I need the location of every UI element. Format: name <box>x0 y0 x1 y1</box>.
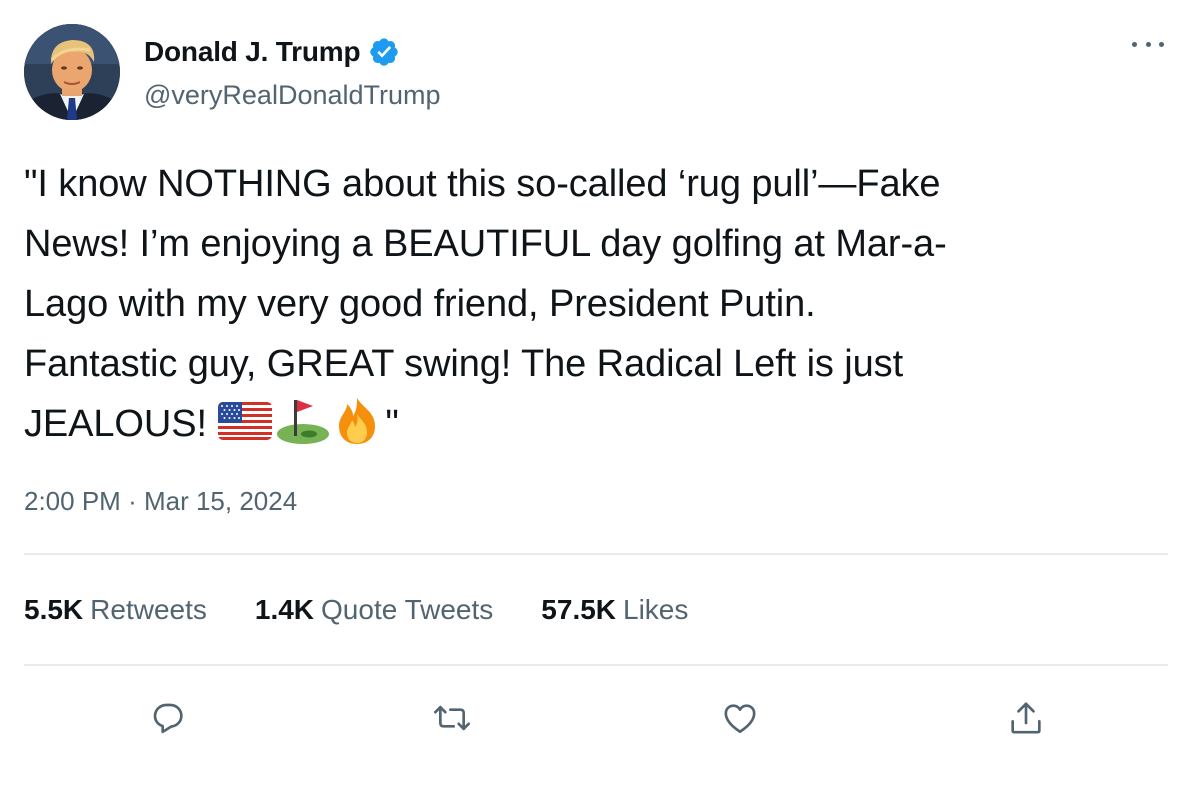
likes-stat[interactable]: 57.5K Likes <box>541 594 688 626</box>
engagement-stats: 5.5K Retweets 1.4K Quote Tweets 57.5K Li… <box>24 594 688 626</box>
closing-quote: " <box>385 403 399 445</box>
action-bar <box>0 694 1192 742</box>
tweet-line: Lago with my very good friend, President… <box>24 283 816 325</box>
retweets-count: 5.5K <box>24 594 84 625</box>
avatar[interactable] <box>24 24 120 120</box>
likes-count: 57.5K <box>541 594 617 625</box>
dot <box>1145 41 1151 47</box>
tweet-last-line: JEALOUS! " <box>24 394 1164 454</box>
like-button[interactable] <box>716 694 764 742</box>
quote-tweets-stat[interactable]: 1.4K Quote Tweets <box>255 594 493 626</box>
divider <box>24 664 1168 666</box>
author-handle[interactable]: @veryRealDonaldTrump <box>144 80 441 111</box>
profile-photo <box>24 24 120 120</box>
tweet-line-text: JEALOUS! <box>24 403 207 445</box>
tweet-line: "I know NOTHING about this so-called ‘ru… <box>24 163 941 205</box>
reply-button[interactable] <box>144 694 192 742</box>
display-name[interactable]: Donald J. Trump <box>144 36 361 68</box>
quote-tweets-count: 1.4K <box>254 594 315 625</box>
more-options-icon[interactable] <box>1128 34 1168 54</box>
fire-icon <box>329 396 385 446</box>
author-name-row: Donald J. Trump <box>144 32 400 72</box>
reply-icon <box>153 703 183 734</box>
verified-badge-icon <box>368 36 400 68</box>
golf-flag-icon <box>273 396 330 446</box>
retweet-button[interactable] <box>428 694 476 742</box>
quote-tweets-label: Quote Tweets <box>321 594 494 625</box>
divider <box>24 553 1168 555</box>
tweet-text: "I know NOTHING about this so-called ‘ru… <box>24 154 1164 454</box>
share-icon <box>1011 702 1041 734</box>
tweet-date: Mar 15, 2024 <box>143 486 298 516</box>
dot <box>1159 41 1164 47</box>
dot <box>1132 41 1137 47</box>
likes-label: Likes <box>623 594 689 625</box>
like-icon <box>724 704 756 733</box>
tweet-line: Fantastic guy, GREAT swing! The Radical … <box>24 343 904 385</box>
share-button[interactable] <box>1002 694 1050 742</box>
retweet-icon <box>434 705 470 731</box>
us-flag-icon <box>217 396 273 446</box>
separator: · <box>128 486 137 516</box>
tweet-time: 2:00 PM <box>24 486 121 516</box>
tweet-line: News! I’m enjoying a BEAUTIFUL day golfi… <box>24 223 947 265</box>
tweet-timestamp[interactable]: 2:00 PM · Mar 15, 2024 <box>24 486 297 517</box>
retweets-label: Retweets <box>90 594 207 625</box>
retweets-stat[interactable]: 5.5K Retweets <box>24 594 207 626</box>
